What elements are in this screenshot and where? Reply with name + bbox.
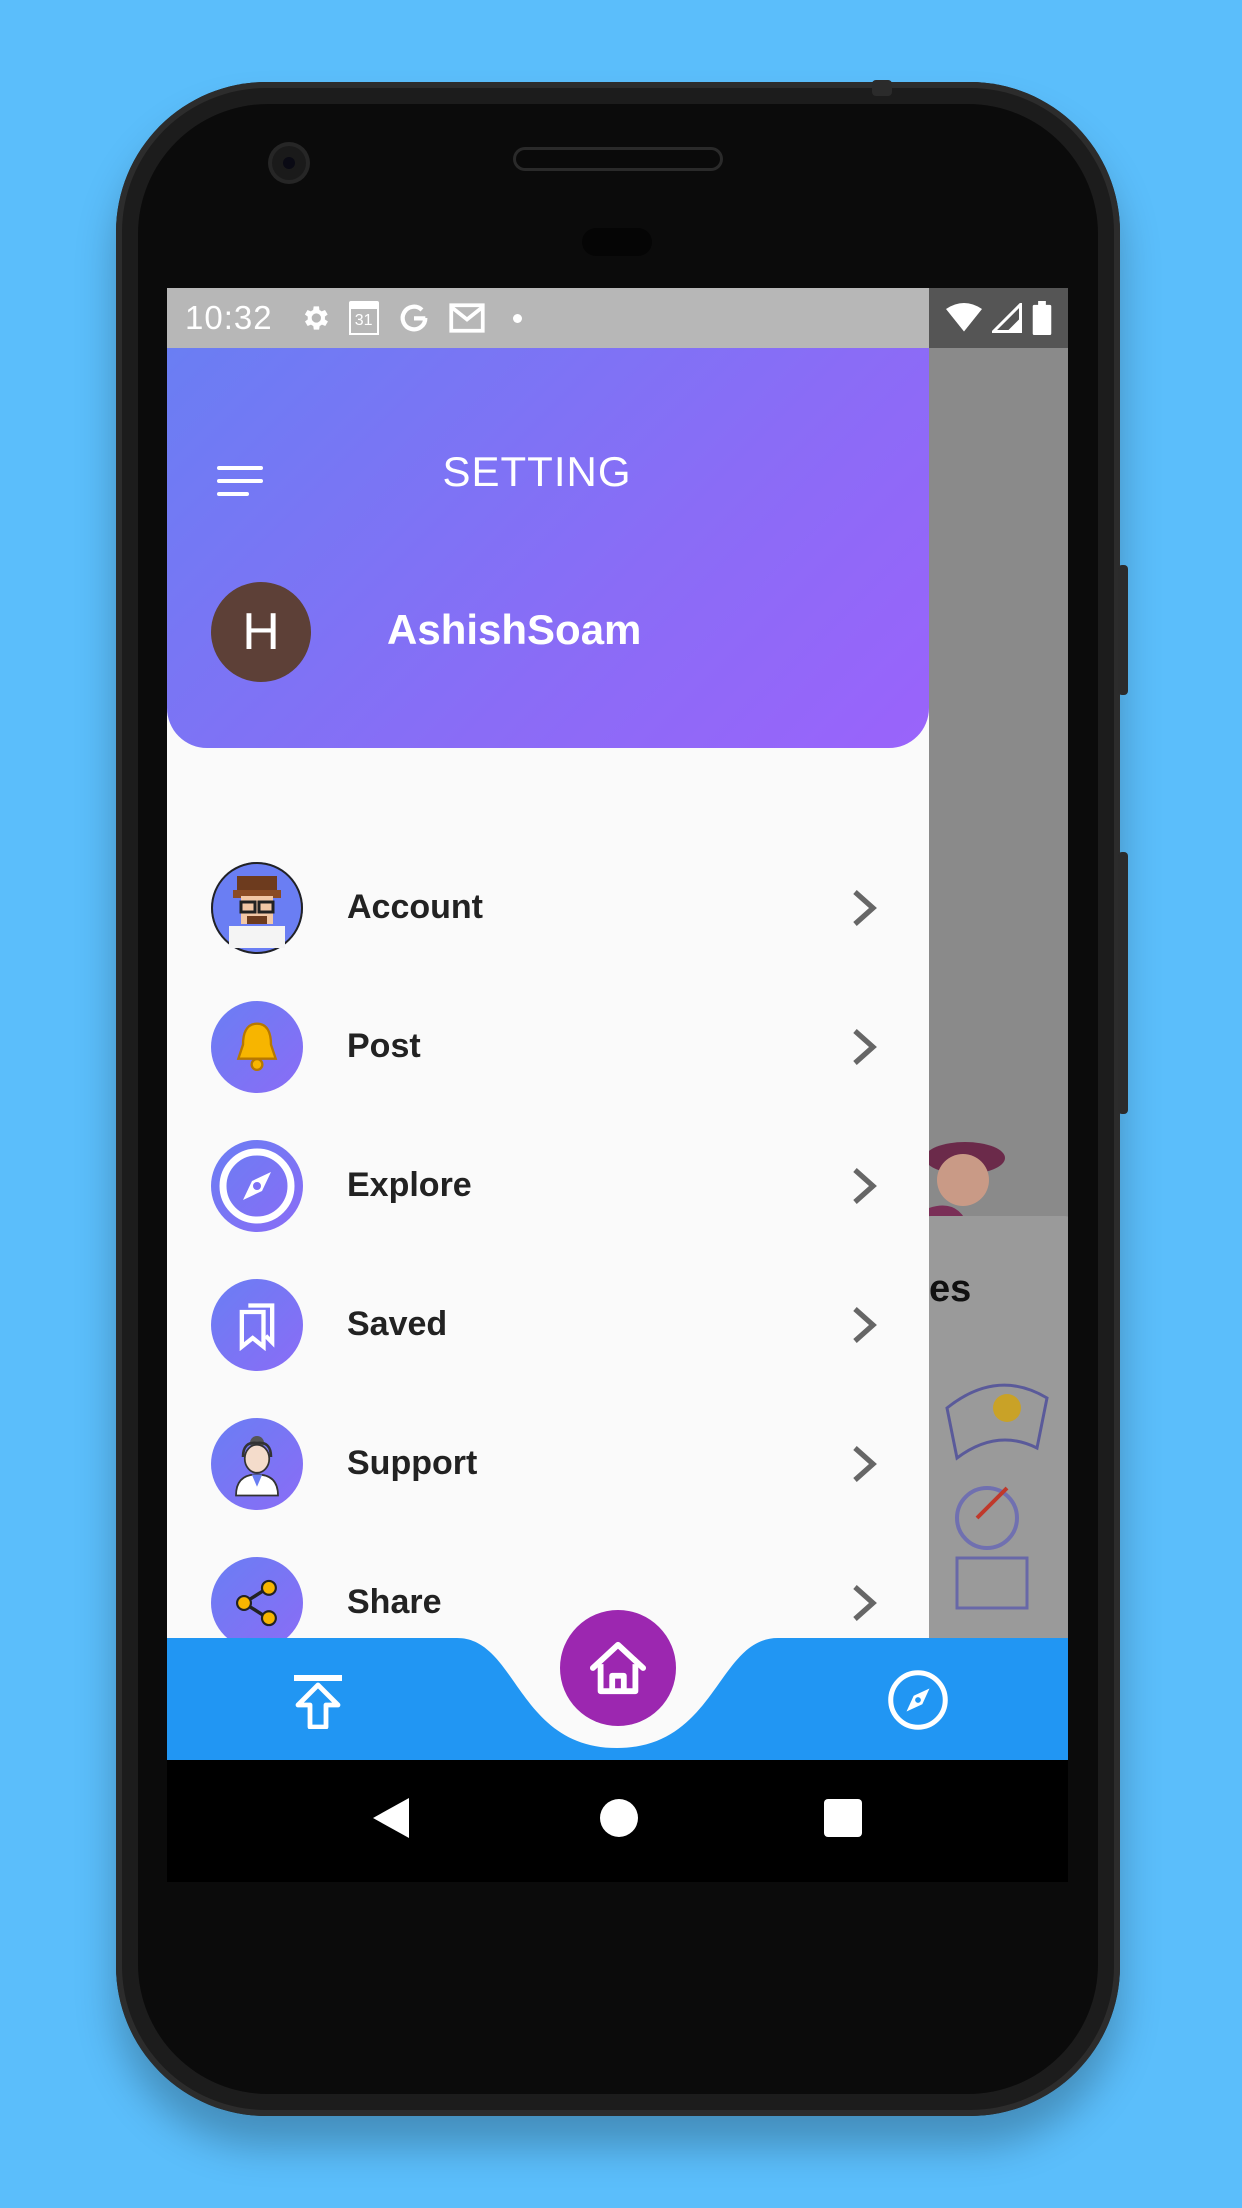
drawer-item-post[interactable]: Post	[167, 977, 929, 1116]
gear-icon	[304, 306, 328, 330]
background-partial-title: es	[929, 1268, 972, 1310]
volume-button	[1118, 852, 1128, 1114]
battery-icon	[1032, 301, 1051, 335]
home-icon	[589, 1641, 647, 1695]
drawer-item-label: Support	[347, 1444, 478, 1482]
dot-icon	[512, 313, 522, 323]
status-bar-left: 10:32 31	[167, 288, 929, 348]
drawer-item-explore[interactable]: Explore	[167, 1116, 929, 1255]
navigation-drawer: SETTING H AshishSoam Account Post Explor…	[167, 348, 929, 1760]
bookmark-icon	[211, 1278, 303, 1371]
recent-apps-icon[interactable]	[823, 1798, 863, 1838]
chevron-right-icon	[853, 1167, 877, 1204]
chevron-right-icon	[853, 1306, 877, 1343]
drawer-item-label: Saved	[347, 1305, 448, 1343]
drawer-item-account[interactable]: Account	[167, 838, 929, 977]
chevron-right-icon	[853, 1445, 877, 1482]
home-button[interactable]	[560, 1610, 676, 1726]
drawer-item-saved[interactable]: Saved	[167, 1255, 929, 1394]
power-button	[1118, 565, 1128, 695]
drawer-item-label: Share	[347, 1583, 442, 1621]
drawer-header: SETTING H AshishSoam	[167, 348, 929, 748]
calendar-icon: 31	[348, 301, 379, 335]
drawer-item-label: Explore	[347, 1166, 472, 1204]
front-camera	[272, 146, 306, 180]
home-circle-icon[interactable]	[599, 1798, 639, 1838]
google-icon	[400, 304, 428, 332]
proximity-sensor	[582, 228, 652, 256]
bell-icon	[211, 1000, 303, 1093]
back-icon[interactable]	[369, 1794, 413, 1842]
username: AshishSoam	[387, 606, 642, 653]
gmail-icon	[448, 303, 485, 333]
chevron-right-icon	[853, 1584, 877, 1621]
share-icon	[211, 1556, 303, 1649]
signal-icon	[991, 303, 1022, 333]
drawer-item-label: Account	[347, 888, 483, 926]
screen: es 10:32 31 SETTING H AshishSoam Account…	[167, 288, 1068, 1760]
chevron-right-icon	[853, 889, 877, 926]
menu-icon[interactable]	[217, 466, 263, 505]
status-time: 10:32	[185, 299, 273, 336]
earpiece-speaker	[516, 150, 720, 168]
status-bar-right	[929, 288, 1068, 348]
calendar-day: 31	[354, 312, 373, 329]
drawer-item-label: Post	[347, 1027, 421, 1065]
avatar[interactable]: H	[211, 582, 311, 682]
chevron-right-icon	[853, 1028, 877, 1065]
support-agent-icon	[211, 1417, 303, 1510]
wifi-icon	[945, 303, 982, 332]
upload-icon[interactable]	[292, 1673, 344, 1729]
system-navigation-bar	[167, 1760, 1068, 1882]
compass-icon[interactable]	[885, 1667, 951, 1733]
account-avatar-icon	[211, 861, 303, 954]
drawer-item-support[interactable]: Support	[167, 1394, 929, 1533]
status-bar: 10:32 31	[167, 288, 1068, 348]
drawer-title: SETTING	[442, 448, 632, 495]
background-card-illustration	[945, 1383, 1049, 1610]
drawer-menu-list: Account Post Explore Saved Support Share	[167, 838, 929, 1672]
compass-icon	[211, 1139, 303, 1232]
phone-top-notch	[872, 80, 892, 96]
